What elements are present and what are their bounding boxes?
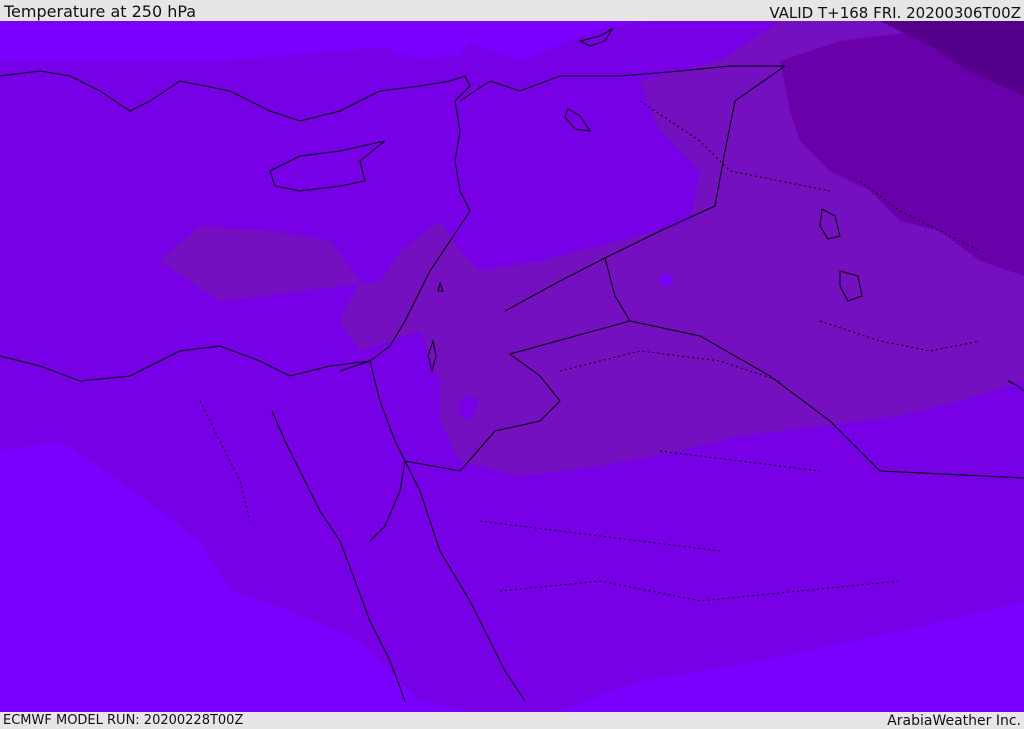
temperature-map[interactable] (0, 21, 1024, 712)
model-run: ECMWF MODEL RUN: 20200228T00Z (3, 713, 244, 728)
footer-bar: ECMWF MODEL RUN: 20200228T00Z ArabiaWeat… (0, 712, 1024, 729)
map-title: Temperature at 250 hPa (4, 2, 197, 21)
valid-time: VALID T+168 FRI. 20200306T00Z (769, 4, 1021, 22)
brand-credit: ArabiaWeather Inc. (887, 713, 1021, 729)
header-bar: Temperature at 250 hPa VALID T+168 FRI. … (0, 0, 1024, 21)
weather-map-page: Temperature at 250 hPa VALID T+168 FRI. … (0, 0, 1024, 729)
